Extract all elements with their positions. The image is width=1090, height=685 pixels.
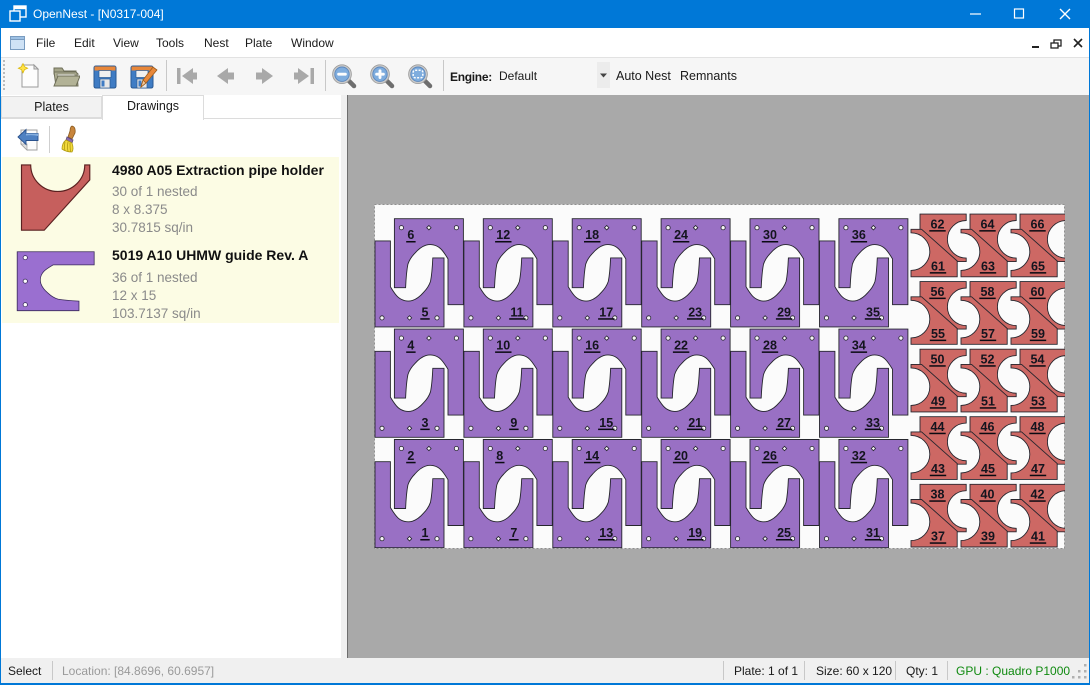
svg-text:43: 43 (931, 461, 945, 475)
svg-text:65: 65 (1031, 259, 1045, 273)
svg-text:31: 31 (866, 526, 880, 540)
svg-text:50: 50 (931, 352, 945, 366)
svg-text:56: 56 (931, 284, 945, 298)
svg-text:4: 4 (407, 338, 414, 352)
svg-text:21: 21 (688, 415, 702, 429)
svg-text:48: 48 (1031, 419, 1045, 433)
svg-text:45: 45 (981, 461, 995, 475)
svg-text:6: 6 (407, 228, 414, 242)
svg-text:26: 26 (763, 449, 777, 463)
svg-text:15: 15 (599, 415, 613, 429)
svg-text:52: 52 (981, 352, 995, 366)
svg-text:57: 57 (981, 326, 995, 340)
svg-text:38: 38 (931, 487, 945, 501)
svg-text:2: 2 (407, 449, 414, 463)
svg-text:23: 23 (688, 305, 702, 319)
svg-text:32: 32 (852, 449, 866, 463)
svg-text:36: 36 (852, 228, 866, 242)
svg-text:27: 27 (777, 415, 791, 429)
svg-text:35: 35 (866, 305, 880, 319)
svg-text:64: 64 (981, 217, 995, 231)
svg-text:30: 30 (763, 228, 777, 242)
svg-text:60: 60 (1031, 284, 1045, 298)
svg-text:33: 33 (866, 415, 880, 429)
svg-text:5: 5 (422, 305, 429, 319)
svg-text:12: 12 (496, 228, 510, 242)
svg-text:16: 16 (585, 338, 599, 352)
svg-text:9: 9 (510, 415, 517, 429)
svg-text:54: 54 (1031, 352, 1045, 366)
svg-text:7: 7 (510, 526, 517, 540)
svg-text:40: 40 (981, 487, 995, 501)
svg-text:24: 24 (674, 228, 688, 242)
svg-text:51: 51 (981, 394, 995, 408)
svg-text:13: 13 (599, 526, 613, 540)
svg-text:63: 63 (981, 259, 995, 273)
svg-text:3: 3 (422, 415, 429, 429)
svg-text:14: 14 (585, 449, 599, 463)
svg-text:19: 19 (688, 526, 702, 540)
svg-text:17: 17 (599, 305, 613, 319)
svg-text:29: 29 (777, 305, 791, 319)
svg-text:62: 62 (931, 217, 945, 231)
svg-text:49: 49 (931, 394, 945, 408)
svg-text:44: 44 (931, 419, 945, 433)
svg-text:8: 8 (496, 449, 503, 463)
svg-text:34: 34 (852, 338, 866, 352)
svg-text:10: 10 (496, 338, 510, 352)
svg-text:41: 41 (1031, 529, 1045, 543)
svg-text:11: 11 (510, 305, 523, 319)
svg-text:55: 55 (931, 326, 945, 340)
svg-text:1: 1 (422, 526, 429, 540)
svg-text:22: 22 (674, 338, 688, 352)
svg-text:42: 42 (1031, 487, 1045, 501)
svg-text:25: 25 (777, 526, 791, 540)
svg-text:28: 28 (763, 338, 777, 352)
svg-text:37: 37 (931, 529, 945, 543)
svg-text:47: 47 (1031, 461, 1045, 475)
svg-text:58: 58 (981, 284, 995, 298)
svg-text:18: 18 (585, 228, 599, 242)
svg-text:53: 53 (1031, 394, 1045, 408)
svg-text:46: 46 (981, 419, 995, 433)
svg-text:59: 59 (1031, 326, 1045, 340)
svg-text:39: 39 (981, 529, 995, 543)
svg-text:61: 61 (931, 259, 945, 273)
svg-text:66: 66 (1031, 217, 1045, 231)
svg-text:20: 20 (674, 449, 688, 463)
